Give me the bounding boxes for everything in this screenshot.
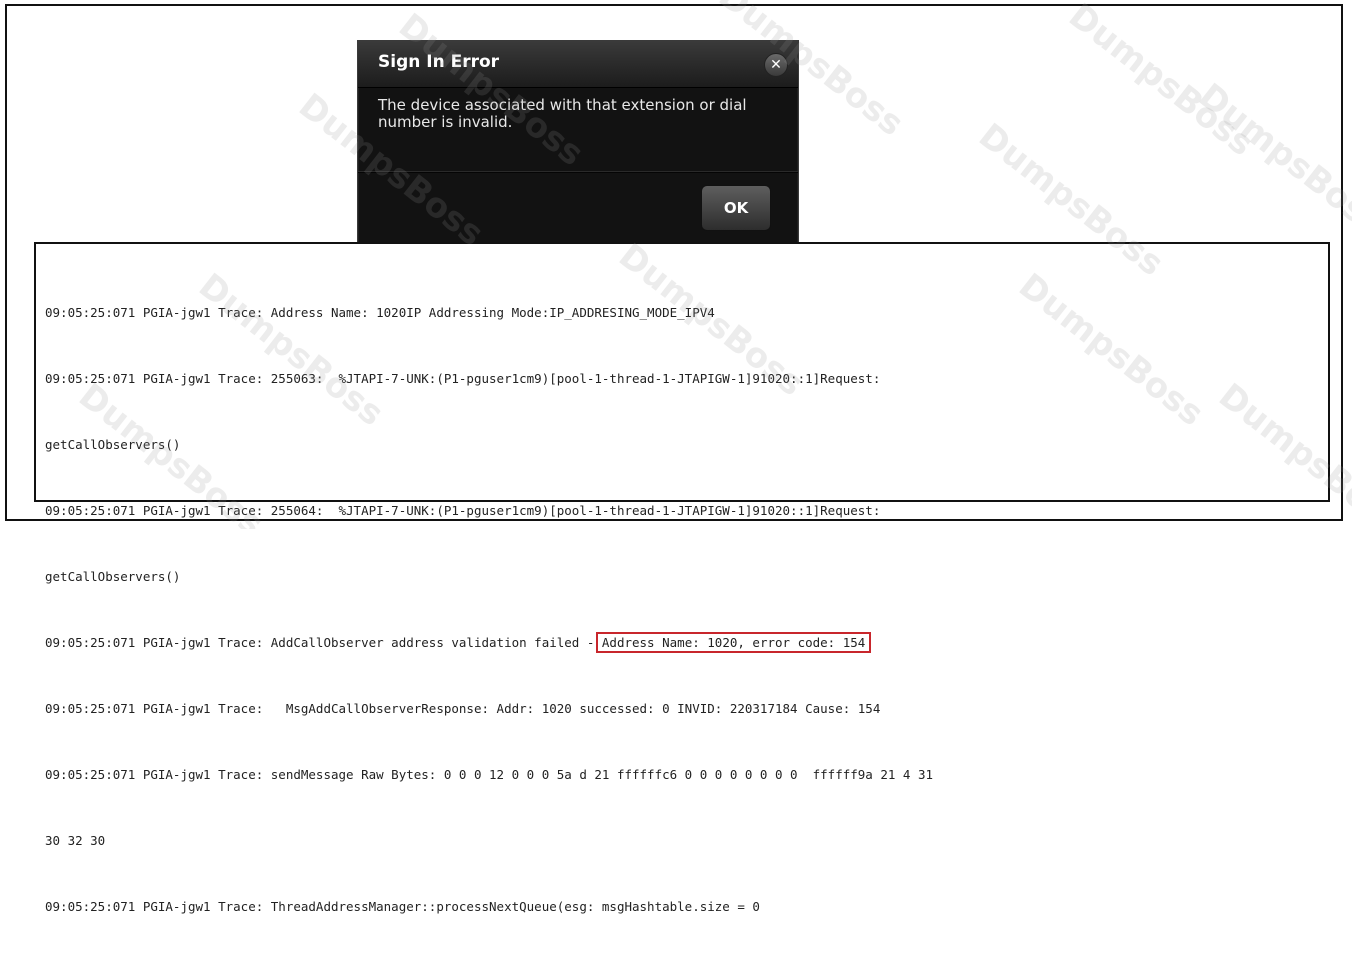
- log-line: 30 32 30: [45, 833, 106, 848]
- dialog-divider: [358, 171, 798, 173]
- log-line-validation-failed: 09:05:25:071 PGIA-jgw1 Trace: AddCallObs…: [45, 632, 1320, 654]
- trace-log-panel: 09:05:25:071 PGIA-jgw1 Trace: Address Na…: [34, 242, 1330, 914]
- dialog-title: Sign In Error: [378, 52, 500, 72]
- log-line-prefix: 09:05:25:071 PGIA-jgw1 Trace: AddCallObs…: [45, 635, 602, 650]
- log-line: getCallObservers(): [45, 569, 181, 584]
- log-line: 09:05:25:071 PGIA-jgw1 Trace: sendMessag…: [45, 767, 934, 782]
- highlighted-error: Address Name: 1020, error code: 154: [595, 632, 872, 653]
- log-line: 09:05:25:071 PGIA-jgw1 Trace: ThreadAddr…: [45, 899, 760, 914]
- log-line: 09:05:25:071 PGIA-jgw1 Trace: Address Na…: [45, 305, 715, 320]
- trace-log-lines: 09:05:25:071 PGIA-jgw1 Trace: Address Na…: [45, 258, 1320, 962]
- log-line: 09:05:25:071 PGIA-jgw1 Trace: 255064: %J…: [45, 503, 881, 518]
- close-icon[interactable]: ✕: [764, 53, 788, 77]
- dialog-message: The device associated with that extensio…: [378, 96, 747, 131]
- log-line: 09:05:25:071 PGIA-jgw1 Trace: MsgAddCall…: [45, 701, 881, 716]
- dialog-titlebar: Sign In Error ✕: [358, 41, 798, 88]
- log-line: 09:05:25:071 PGIA-jgw1 Trace: 255063: %J…: [45, 371, 881, 386]
- ok-button[interactable]: OK: [701, 185, 771, 231]
- log-line: getCallObservers(): [45, 437, 181, 452]
- sign-in-error-dialog: Sign In Error ✕ The device associated wi…: [357, 40, 799, 250]
